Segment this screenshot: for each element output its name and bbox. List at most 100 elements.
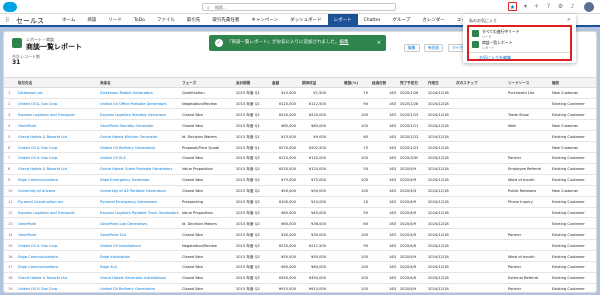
table-cell[interactable]: United Oil & Gas Corp. bbox=[18, 99, 58, 109]
table-cell: 100 bbox=[361, 232, 368, 237]
table-cell: ¥120,000 bbox=[278, 156, 296, 161]
global-search-input[interactable]: ⌕ 検索... bbox=[202, 3, 396, 11]
table-cell[interactable]: United Oil & Gas Corp. bbox=[18, 284, 58, 292]
table-cell: ¥75,000 bbox=[281, 178, 296, 183]
nav-item[interactable]: 取引先責任者 bbox=[206, 14, 245, 27]
table-row: 13 GenePoint GenePoint Lab Generators Id. D… bbox=[4, 219, 596, 230]
table-cell[interactable]: United Oil SLA bbox=[100, 153, 126, 163]
table-cell[interactable]: Edge SLA bbox=[100, 262, 117, 272]
salesforce-logo[interactable] bbox=[3, 2, 17, 12]
table-cell[interactable]: Express Logistics Portable Truck Generat… bbox=[100, 208, 179, 218]
nav-item[interactable]: Chatter bbox=[358, 14, 387, 27]
notification-bell-icon[interactable]: ♪ bbox=[568, 2, 577, 11]
table-cell[interactable]: Express Logistics and Transport bbox=[18, 110, 75, 120]
table-cell[interactable]: Pyramid Emergency Generators bbox=[100, 197, 157, 207]
table-cell[interactable]: GenePoint Standby Generator bbox=[100, 121, 154, 131]
table-cell[interactable]: GenePoint Lab Generators bbox=[100, 219, 147, 229]
table-cell: 2020/1/22 bbox=[400, 134, 419, 139]
nav-item[interactable]: ToDo bbox=[128, 14, 151, 27]
table-cell[interactable]: Edge Emergency Generator bbox=[100, 175, 150, 185]
nav-item[interactable]: キャンペーン bbox=[245, 14, 284, 27]
table-cell: ¥60,000 bbox=[311, 265, 326, 270]
table-cell[interactable]: Express Logistics Standby Generator bbox=[100, 110, 166, 120]
table-cell[interactable]: United Oil & Gas Corp. bbox=[18, 153, 58, 163]
table-cell[interactable]: Dickenson plc bbox=[18, 88, 43, 98]
table-cell[interactable]: United Oil & Gas Corp. bbox=[18, 241, 58, 251]
table-cell[interactable]: University of Arizona bbox=[18, 186, 55, 196]
table-cell: 2020/4/9 bbox=[400, 232, 417, 237]
table-cell[interactable]: United Oil Installations bbox=[100, 241, 141, 251]
table-cell: Partner bbox=[508, 265, 522, 270]
table-cell: 90 bbox=[363, 243, 368, 248]
table-cell: Existing Customer bbox=[552, 287, 585, 292]
favorites-close-icon[interactable]: × bbox=[567, 17, 571, 23]
table-cell: 2020/4/9 bbox=[400, 210, 417, 215]
nav-items: ホーム 商談 リード ToDo ファイル 取引先 取引先責任者 キャンペーン ダッシュボード レポ… bbox=[56, 14, 502, 27]
table-cell[interactable]: Dickenson Mobile Generators bbox=[100, 88, 153, 98]
enable-button[interactable]: 有効化 bbox=[424, 44, 444, 52]
table-cell[interactable]: Grand Hotels Kitchen Generator bbox=[100, 132, 158, 142]
favorites-star-icon[interactable]: ★ bbox=[508, 2, 517, 11]
help-icon[interactable]: ? bbox=[544, 2, 553, 11]
table-cell: 163 bbox=[389, 156, 396, 161]
table-cell[interactable]: United Oil & Gas Corp. bbox=[18, 143, 58, 153]
table-cell[interactable]: GenePoint bbox=[18, 219, 36, 229]
table-cell[interactable]: Grand Hotels & Resorts Ltd bbox=[18, 132, 67, 142]
table-cell[interactable]: United Oil Refinery Generators bbox=[100, 143, 155, 153]
table-cell[interactable]: Grand Hotels & Resorts Ltd bbox=[18, 273, 67, 283]
table-cell[interactable]: Edge Communications bbox=[18, 262, 58, 272]
report-icon bbox=[472, 41, 479, 48]
nav-item[interactable]: ホーム bbox=[56, 14, 81, 27]
table-cell: 2020/1/11 bbox=[400, 123, 419, 128]
toast-edit-link[interactable]: 編集 bbox=[340, 40, 349, 45]
table-cell: 163 bbox=[389, 112, 396, 117]
table-cell[interactable]: Pyramid Construction Inc. bbox=[18, 197, 64, 207]
table-cell[interactable]: Grand Hotels Generator Installations bbox=[100, 273, 166, 283]
nav-item[interactable]: ファイル bbox=[151, 14, 181, 27]
table-cell[interactable]: United Oil Refinery Generators bbox=[100, 284, 155, 292]
edit-report-button[interactable]: 編集 bbox=[404, 44, 420, 52]
app-launcher-icon[interactable]: ⠿ bbox=[5, 17, 9, 24]
table-cell: Closed Won bbox=[182, 189, 204, 194]
table-cell: Partner bbox=[508, 156, 522, 161]
setup-gear-icon[interactable]: ⚙ bbox=[556, 2, 565, 11]
table-cell: 2020/1/15 bbox=[400, 112, 419, 117]
nav-item[interactable]: リード bbox=[102, 14, 128, 27]
nav-item[interactable]: レポート bbox=[327, 14, 358, 27]
add-icon[interactable]: + bbox=[532, 2, 541, 11]
favorite-item[interactable]: 商談一覧レポート レポート bbox=[472, 40, 570, 51]
nav-item[interactable]: カレンダー bbox=[416, 14, 451, 27]
user-avatar[interactable] bbox=[584, 2, 594, 12]
favorites-dropdown-icon[interactable]: ▾ bbox=[521, 2, 530, 11]
nav-item[interactable]: グループ bbox=[387, 14, 417, 27]
table-cell[interactable]: United Oil Office Portable Generators bbox=[100, 99, 167, 109]
table-cell: 2015 年度 Q1 bbox=[236, 145, 260, 150]
nav-item[interactable]: ダッシュボード bbox=[284, 14, 328, 27]
table-cell: ¥915,000 bbox=[308, 287, 326, 292]
table-cell: 2020/4/9 bbox=[400, 254, 417, 259]
table-cell[interactable]: Grand Hotels & Resorts Ltd bbox=[18, 164, 67, 174]
table-cell[interactable]: Grand Hotels Guest Portable Generators bbox=[100, 164, 172, 174]
table-cell[interactable]: Edge Communications bbox=[18, 252, 58, 262]
table-cell[interactable]: Edge Communications bbox=[18, 175, 58, 185]
table-cell: 2015 年度 Q2 bbox=[236, 232, 260, 237]
table-cell: 2024/12/18 bbox=[428, 112, 449, 117]
table-cell: 2015 年度 Q1 bbox=[236, 91, 260, 95]
table-cell[interactable]: GenePoint bbox=[18, 121, 36, 131]
edit-favorites-link[interactable]: お気に入りを編集 bbox=[479, 55, 511, 61]
toast-close-icon[interactable]: × bbox=[377, 35, 381, 51]
table-cell: 2015 年度 Q1 bbox=[236, 123, 260, 128]
table-cell[interactable]: Express Logistics and Transport bbox=[18, 208, 75, 218]
nav-item[interactable]: 商談 bbox=[81, 14, 102, 27]
table-cell[interactable]: GenePoint SLA bbox=[100, 230, 126, 240]
favorites-dropdown: 私のお気に入り × すべての進行中リード リード 商談一覧レポート レポート お… bbox=[463, 14, 576, 63]
row-number: 18 bbox=[8, 276, 13, 281]
table-cell[interactable]: GenePoint bbox=[18, 230, 36, 240]
table-cell[interactable]: University of AZ Portable Generators bbox=[100, 186, 166, 196]
table-cell: Phone Inquiry bbox=[508, 200, 533, 204]
table-cell[interactable]: Edge Installation bbox=[100, 252, 130, 262]
nav-item[interactable]: 取引先 bbox=[181, 14, 207, 27]
favorite-item[interactable]: すべての進行中リード リード bbox=[472, 29, 570, 40]
app-name: セールス bbox=[16, 17, 44, 25]
table-cell: 2015 年度 Q2 bbox=[236, 243, 260, 248]
